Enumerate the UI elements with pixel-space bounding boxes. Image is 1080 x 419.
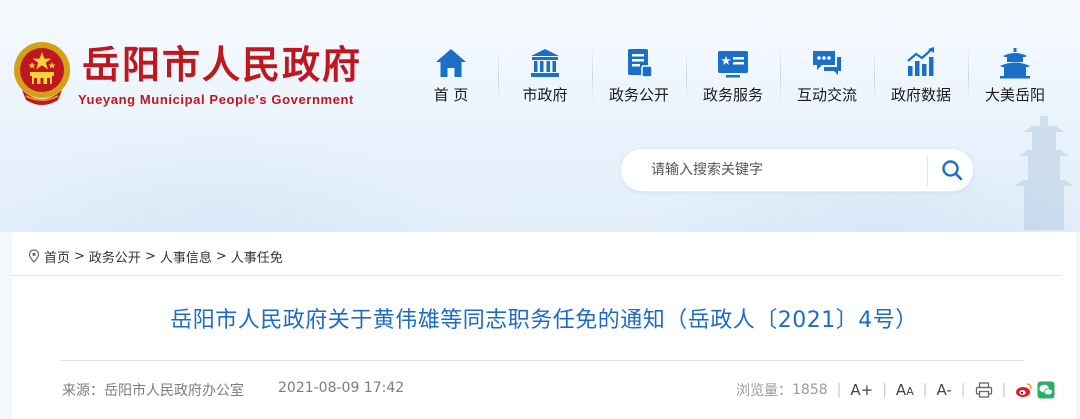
main-nav: 首 页 市政府 政务公开 政务服务 互动交流 政府数据 大美岳阳: [404, 42, 1062, 112]
article-title: 岳阳市人民政府关于黄伟雄等同志职务任免的通知（岳政人〔2021〕4号）: [170, 308, 918, 333]
nav-item-beautiful-yueyang[interactable]: 大美岳阳: [968, 42, 1062, 112]
wechat-share-icon[interactable]: [1037, 381, 1055, 399]
search-divider: [927, 155, 928, 187]
breadcrumb-separator: >: [215, 248, 227, 264]
font-increase-button[interactable]: A+: [850, 381, 873, 399]
tool-separator: |: [836, 382, 842, 398]
government-building-icon: [531, 49, 559, 77]
nav-item-government-affairs-disclosure[interactable]: 政务公开: [592, 42, 686, 112]
national-emblem-icon: [14, 42, 70, 105]
service-card-icon: [718, 51, 748, 78]
article-container: 首页 > 政务公开 > 人事信息 > 人事任免 岳阳市人民政府关于黄伟雄等同志职…: [12, 232, 1076, 419]
tool-separator: |: [960, 382, 966, 398]
breadcrumb-home[interactable]: 首页: [44, 247, 70, 266]
breadcrumb-personnel-appointments[interactable]: 人事任免: [231, 247, 283, 266]
search-input[interactable]: [651, 159, 921, 181]
breadcrumb-personnel-info[interactable]: 人事信息: [160, 247, 212, 266]
nav-item-government-services[interactable]: 政务服务: [686, 42, 780, 112]
nav-item-government-data[interactable]: 政府数据: [874, 42, 968, 112]
search-bar: [620, 148, 974, 192]
chat-icon: [813, 51, 841, 75]
nav-label: 首 页: [433, 86, 469, 104]
search-icon: [942, 160, 963, 181]
weibo-share-icon[interactable]: [1015, 381, 1033, 399]
tool-separator: |: [1001, 382, 1007, 398]
pagoda-watermark-icon: [1014, 116, 1074, 230]
mountain-decoration: [0, 120, 480, 232]
title-divider: [60, 360, 1024, 361]
nav-label: 互动交流: [796, 86, 857, 104]
bar-chart-icon: [907, 47, 934, 76]
yueyang-tower-icon: [1000, 48, 1030, 79]
nav-label: 政府数据: [890, 86, 951, 104]
site-title[interactable]: 岳阳市人民政府: [82, 42, 362, 88]
location-pin-icon: [28, 249, 40, 263]
breadcrumb-government-affairs[interactable]: 政务公开: [89, 247, 141, 266]
breadcrumb-separator: >: [74, 248, 85, 264]
breadcrumb-divider: [12, 275, 1062, 276]
site-header: 岳阳市人民政府 Yueyang Municipal People's Gover…: [0, 0, 1080, 232]
font-reset-button[interactable]: AA: [896, 381, 914, 399]
views-count: 1858: [792, 382, 828, 398]
site-subtitle: Yueyang Municipal People's Government: [78, 92, 354, 107]
search-button[interactable]: [931, 149, 973, 191]
nav-item-city-government[interactable]: 市政府: [498, 42, 592, 112]
article-tools: 浏览量： 1858 | A+ | AA | A- | |: [736, 378, 1055, 402]
nav-item-home[interactable]: 首 页: [404, 42, 498, 112]
nav-label: 市政府: [522, 86, 568, 104]
tool-separator: |: [882, 382, 887, 398]
article-date: 2021-08-09 17:42: [278, 380, 405, 396]
font-reset-small: A: [906, 385, 914, 398]
print-icon[interactable]: [975, 381, 993, 399]
breadcrumb-separator: >: [144, 248, 156, 264]
nav-item-interactive-exchange[interactable]: 互动交流: [780, 42, 874, 112]
document-icon: [628, 49, 653, 78]
tool-separator: |: [922, 382, 928, 398]
nav-label: 大美岳阳: [984, 86, 1045, 104]
breadcrumb: 首页 > 政务公开 > 人事信息 > 人事任免: [28, 246, 283, 266]
nav-label: 政务公开: [608, 86, 669, 104]
article-source: 来源：岳阳市人民政府办公室: [62, 383, 244, 399]
views-label: 浏览量：: [736, 383, 792, 399]
nav-label: 政务服务: [702, 86, 763, 104]
font-decrease-button[interactable]: A-: [936, 381, 951, 399]
font-reset-large: A: [895, 381, 907, 399]
home-icon: [436, 49, 466, 77]
